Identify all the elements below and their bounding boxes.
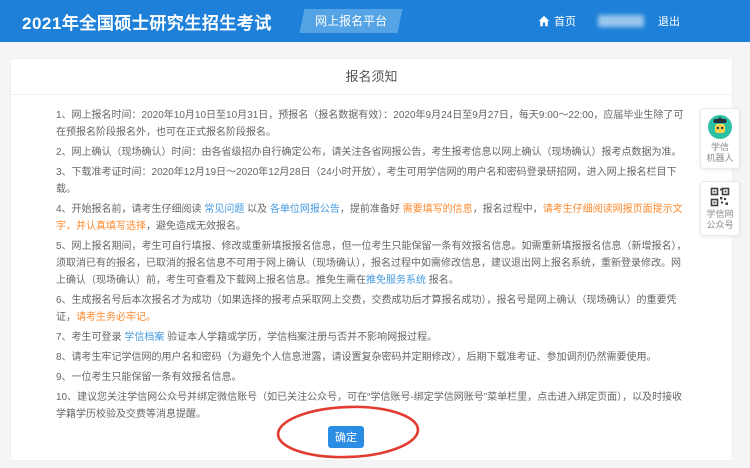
notice-item: 7、考生可登录 学信档案 验证本人学籍或学历，学信档案注册与否并不影响网报过程。 <box>56 329 689 346</box>
inline-link[interactable]: 各单位网报公告 <box>270 204 340 215</box>
robot-icon <box>708 115 732 139</box>
notice-text: ，提前准备好 <box>339 204 403 215</box>
notice-text: 7、考生可登录 <box>56 332 125 343</box>
notice-item: 9、一位考生只能保留一条有效报名信息。 <box>56 369 689 386</box>
notice-text: 以及 <box>244 204 270 215</box>
nav-home-label: 首页 <box>554 16 576 28</box>
page-title: 2021年全国硕士研究生招生考试 <box>22 13 272 33</box>
notice-text: 2、网上确认（现场确认）时间：由各省级招办自行确定公布，请关注各省网报公告，考生… <box>56 147 682 158</box>
nav-home[interactable]: 首页 <box>538 13 576 29</box>
inline-link[interactable]: 需要填写的信息 <box>403 204 473 215</box>
widget-qr-label-line1: 学信网 <box>706 209 734 219</box>
notice-text: 4、开始报名前，请考生仔细阅读 <box>56 204 205 215</box>
notice-item: 2、网上确认（现场确认）时间：由各省级招办自行确定公布，请关注各省网报公告，考生… <box>56 144 689 161</box>
notice-text: 验证本人学籍或学历，学信档案注册与否并不影响网报过程。 <box>164 332 438 343</box>
app-header: 2021年全国硕士研究生招生考试 网上报名平台 首页 退出 <box>0 0 750 42</box>
notice-title: 报名须知 <box>11 59 732 95</box>
platform-badge-label: 网上报名平台 <box>314 14 387 28</box>
qr-code-icon <box>710 187 730 207</box>
widget-robot-label-line1: 学信 <box>710 142 729 152</box>
notice-item: 5、网上报名期间，考生可自行填报、修改或重新填报报名信息，但一位考生只能保留一条… <box>56 238 689 289</box>
widget-qr-label-line2: 公众号 <box>706 220 734 230</box>
notice-text: 3、下载准考证时间：2020年12月19日～2020年12月28日（24小时开放… <box>56 167 677 195</box>
inline-link[interactable]: 推免服务系统 <box>366 275 426 286</box>
widget-qr-code[interactable]: 学信网 公众号 <box>700 181 740 236</box>
widget-robot-label-line2: 机器人 <box>706 153 734 163</box>
notice-text: ，报名过程中， <box>472 204 543 215</box>
notice-text: 9、一位考生只能保留一条有效报名信息。 <box>56 372 242 383</box>
widget-xuexin-robot[interactable]: 学信 机器人 <box>700 108 740 169</box>
nav-logout-label: 退出 <box>658 16 680 28</box>
notice-item: 4、开始报名前，请考生仔细阅读 常见问题 以及 各单位网报公告，提前准备好 需要… <box>56 201 689 235</box>
platform-badge: 网上报名平台 <box>299 9 403 33</box>
confirm-button[interactable]: 确定 <box>328 426 364 448</box>
notice-body: 1、网上报名时间：2020年10月10日至10月31日，预报名（报名数据有效）：… <box>11 95 732 423</box>
notice-item: 3、下载准考证时间：2020年12月19日～2020年12月28日（24小时开放… <box>56 164 689 198</box>
notice-item: 6、生成报名号后本次报名才为成功（如果选择的报考点采取网上交费，交费成功后才算报… <box>56 292 689 326</box>
nav-logout[interactable]: 退出 <box>658 13 680 29</box>
notice-text: ，避免造成无效报名。 <box>146 221 246 232</box>
header-nav: 首页 退出 <box>538 13 680 29</box>
home-icon <box>538 15 550 27</box>
notice-text: 报名。 <box>426 275 459 286</box>
username-redacted <box>598 15 644 27</box>
notice-text: 8、请考生牢记学信网的用户名和密码（为避免个人信息泄露，请设置复杂密码并定期修改… <box>56 352 657 363</box>
inline-link[interactable]: 常见问题 <box>204 204 244 215</box>
notice-text: 10、建议您关注学信网公众号并绑定微信账号（如已关注公众号，可在“学信账号-绑定… <box>56 392 683 420</box>
notice-card: 报名须知 1、网上报名时间：2020年10月10日至10月31日，预报名（报名数… <box>10 58 733 461</box>
notice-item: 8、请考生牢记学信网的用户名和密码（为避免个人信息泄露，请设置复杂密码并定期修改… <box>56 349 689 366</box>
notice-text: 请考生务必牢记。 <box>76 312 156 323</box>
inline-link[interactable]: 学信档案 <box>124 332 164 343</box>
notice-text: 1、网上报名时间：2020年10月10日至10月31日，预报名（报名数据有效）：… <box>56 110 684 138</box>
notice-item: 1、网上报名时间：2020年10月10日至10月31日，预报名（报名数据有效）：… <box>56 107 689 141</box>
notice-item: 10、建议您关注学信网公众号并绑定微信账号（如已关注公众号，可在“学信账号-绑定… <box>56 389 689 423</box>
